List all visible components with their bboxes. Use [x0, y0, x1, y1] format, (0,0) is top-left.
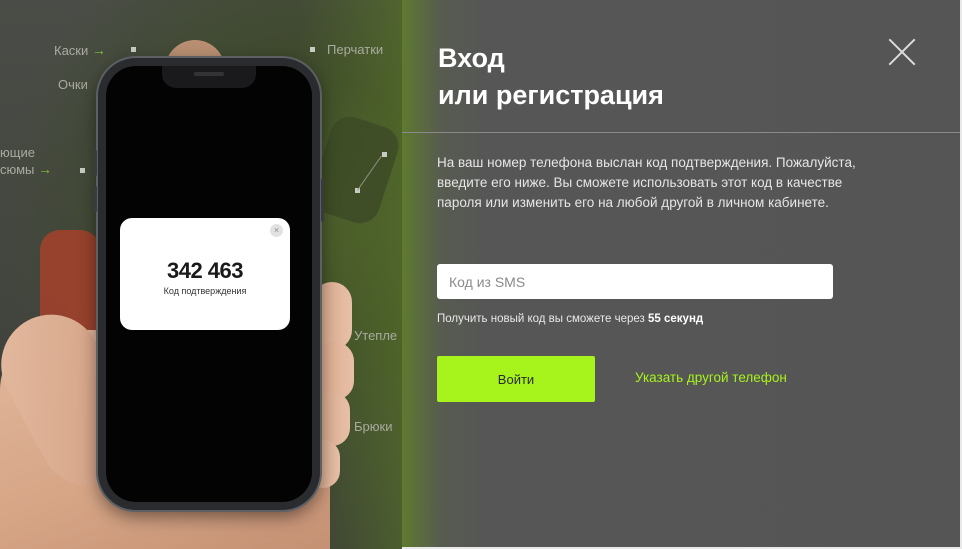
- modal-title-line2: или регистрация: [438, 80, 664, 110]
- modal-description: На ваш номер телефона выслан код подтвер…: [437, 155, 856, 210]
- bg-label-helmets: Каски →: [54, 42, 106, 58]
- bg-label-partial-2: сюмы →: [0, 161, 53, 177]
- promo-illustration: Каски → Перчатки Очки ющие сюмы → Утепле…: [0, 0, 402, 549]
- bg-label-partial-1: ющие: [0, 145, 35, 160]
- resend-timer: Получить новый код вы сможете через 55 с…: [437, 313, 703, 325]
- phone-volume-button: [94, 186, 97, 212]
- phone-power-button: [321, 178, 324, 222]
- bg-label-insulated: Утепле: [354, 328, 398, 343]
- phone-notch: [162, 66, 256, 88]
- phone-speaker: [194, 72, 224, 76]
- arrow-right-icon: →: [91, 42, 106, 58]
- change-phone-link[interactable]: Указать другой телефон: [635, 370, 787, 385]
- close-icon[interactable]: [888, 38, 916, 66]
- smartphone: × 342 463 Код подтверждения: [94, 58, 324, 510]
- bg-label-trousers: Брюки: [354, 419, 393, 434]
- divider: [402, 132, 962, 133]
- phone-screen: × 342 463 Код подтверждения: [106, 66, 312, 502]
- bg-dot: [310, 47, 315, 52]
- auth-modal: Вход или регистрация На ваш номер телефо…: [402, 0, 962, 549]
- sms-code-input[interactable]: [437, 264, 833, 299]
- modal-title: Вход или регистрация: [438, 40, 664, 114]
- modal-title-line1: Вход: [438, 43, 505, 73]
- phone-volume-button: [94, 150, 97, 176]
- bg-dot: [131, 47, 136, 52]
- bg-label-glasses: Очки: [58, 77, 88, 92]
- bg-dot: [80, 168, 85, 173]
- arrow-right-icon: →: [38, 161, 53, 177]
- sms-notification: × 342 463 Код подтверждения: [120, 218, 290, 330]
- timer-text: Получить новый код вы сможете через: [437, 313, 649, 325]
- notification-close-icon: ×: [270, 224, 283, 237]
- sms-code: 342 463: [166, 258, 244, 283]
- bg-dot: [382, 152, 387, 157]
- timer-value: 55 секунд: [648, 313, 704, 325]
- login-button[interactable]: Войти: [437, 356, 595, 402]
- sms-caption: Код подтверждения: [163, 286, 247, 296]
- bg-label-gloves: Перчатки: [327, 42, 384, 57]
